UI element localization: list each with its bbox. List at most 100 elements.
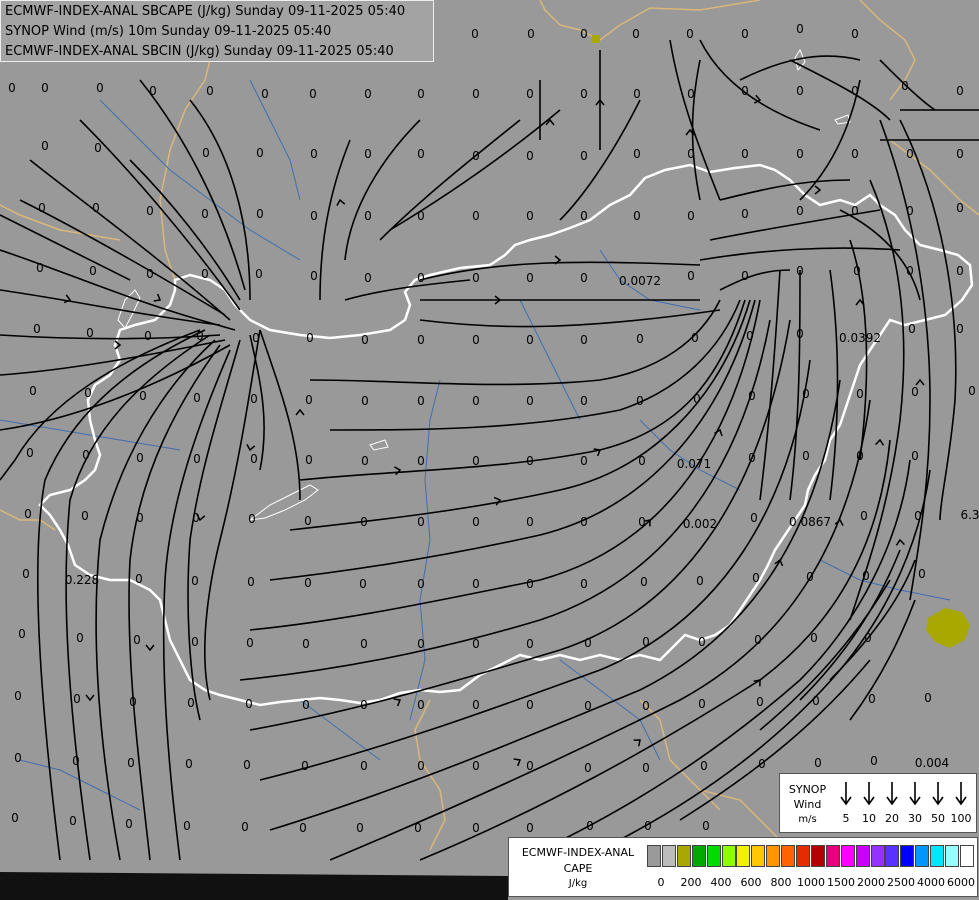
cin-value-label: 0: [472, 637, 480, 651]
cin-value-label: 0: [248, 512, 256, 526]
cin-value-label: 0: [72, 754, 80, 768]
wind-speed-label: 5: [842, 812, 850, 825]
cin-value-label: 0: [870, 754, 878, 768]
cin-value-label: 0: [472, 149, 480, 163]
cin-value-label: 0: [748, 389, 756, 403]
cin-value-label: 0: [472, 271, 480, 285]
cin-value-label: 0: [191, 574, 199, 588]
cin-value-label: 0: [136, 511, 144, 525]
cin-value-label: 0.004: [915, 756, 949, 770]
cin-value-label: 0: [526, 454, 534, 468]
cin-value-label: 0: [956, 201, 964, 215]
cin-value-label: 0: [304, 514, 312, 528]
cin-value-label: 0: [305, 453, 313, 467]
cin-value-label: 0: [22, 567, 30, 581]
cin-value-label: 0: [302, 698, 310, 712]
cin-value-label: 0: [417, 515, 425, 529]
cin-value-label: 0: [700, 759, 708, 773]
cin-value-label: 0: [746, 329, 754, 343]
cape-color-swatch: [900, 845, 915, 867]
cin-value-label: 0: [26, 446, 34, 460]
cin-value-label: 0: [255, 267, 263, 281]
cin-value-label: 0: [361, 454, 369, 468]
cin-value-label: 0: [472, 759, 480, 773]
cin-value-label: 0: [693, 392, 701, 406]
cin-value-label: 0: [86, 326, 94, 340]
cin-value-label: 0: [471, 27, 479, 41]
cin-value-label: 0: [584, 699, 592, 713]
wind-legend-title-1: SYNOP: [788, 783, 827, 796]
cin-value-label: 6.3: [960, 508, 979, 522]
cape-color-swatch: [810, 845, 825, 867]
cin-value-label: 0: [472, 698, 480, 712]
cape-color-swatch: [870, 845, 885, 867]
cape-color-swatch: [885, 845, 900, 867]
cape-color-swatch: [781, 845, 796, 867]
cin-value-label: 0: [310, 269, 318, 283]
cin-value-label: 0: [359, 577, 367, 591]
cin-value-label: 0: [806, 570, 814, 584]
cin-value-label: 0: [356, 821, 364, 835]
cape-color-swatch: [945, 845, 959, 867]
wind-legend-arrows: [840, 782, 967, 806]
cape-scale-label: 6000: [947, 876, 975, 889]
weather-map: 0 0 0 0 0 0 0 0 0 0 0 0 0 0 0 0 0 0 0 0 0 0 0 0 0 0 0 0 0 0 0 0 0 0 0 0 0 0 0 0…: [0, 0, 979, 900]
cin-value-label: 0: [41, 139, 49, 153]
cin-value-label: 0: [580, 333, 588, 347]
cin-value-label: 0: [851, 204, 859, 218]
cin-value-label: 0: [472, 394, 480, 408]
cin-value-label: 0: [814, 756, 822, 770]
cin-value-label: 0: [702, 819, 710, 833]
cin-value-label: 0: [956, 264, 964, 278]
cape-color-swatch: [959, 845, 974, 867]
cin-value-label: 0: [796, 22, 804, 36]
cin-value-label: 0: [580, 577, 588, 591]
cin-value-label: 0: [250, 452, 258, 466]
cin-value-label: 0: [305, 393, 313, 407]
cin-value-label: 0: [687, 209, 695, 223]
cin-value-label: 0: [361, 394, 369, 408]
cin-value-label: 0: [526, 87, 534, 101]
cin-value-label: 0: [636, 394, 644, 408]
cin-value-label: 0: [241, 820, 249, 834]
cin-value-label: 0: [417, 209, 425, 223]
cin-value-label: 0: [851, 84, 859, 98]
cin-value-label: 0: [472, 209, 480, 223]
cin-value-label: 0: [633, 209, 641, 223]
cin-value-label: 0: [906, 147, 914, 161]
cin-value-label: 0: [84, 386, 92, 400]
cin-value-label: 0: [868, 692, 876, 706]
cin-value-label: 0: [69, 814, 77, 828]
cin-value-label: 0: [526, 209, 534, 223]
cin-value-label: 0: [18, 627, 26, 641]
cape-color-swatch: [661, 845, 676, 867]
cape-legend: ECMWF-INDEX-ANAL CAPE J/kg 0 200 400 600 800…: [508, 837, 978, 897]
cin-value-label: 0: [8, 81, 16, 95]
cin-value-label: 0: [14, 689, 22, 703]
cin-value-label: 0: [360, 515, 368, 529]
cin-value-label: 0: [687, 269, 695, 283]
cin-value-label: 0: [185, 757, 193, 771]
cin-value-label: 0: [360, 698, 368, 712]
cin-value-label: 0: [796, 327, 804, 341]
cin-value-label: 0: [417, 698, 425, 712]
cin-value-label: 0: [956, 147, 964, 161]
cin-value-label: 0: [864, 631, 872, 645]
cape-color-swatch: [766, 845, 781, 867]
cape-color-swatch: [855, 845, 870, 867]
cin-value-label: 0: [758, 757, 766, 771]
cin-value-label: 0: [526, 515, 534, 529]
cape-color-swatch: [676, 845, 691, 867]
cin-value-label: 0: [417, 271, 425, 285]
cin-value-label: 0: [911, 449, 919, 463]
cin-value-label: 0: [580, 394, 588, 408]
cin-value-label: 0: [687, 87, 695, 101]
cin-value-label: 0: [417, 454, 425, 468]
cin-value-label: 0.228: [65, 573, 99, 587]
cin-value-label: 0: [417, 87, 425, 101]
cin-value-label: 0: [580, 271, 588, 285]
cape-color-swatch: [721, 845, 736, 867]
cin-value-label: 0: [691, 331, 699, 345]
cin-value-label: 0: [956, 84, 964, 98]
cin-value-label: 0: [38, 201, 46, 215]
